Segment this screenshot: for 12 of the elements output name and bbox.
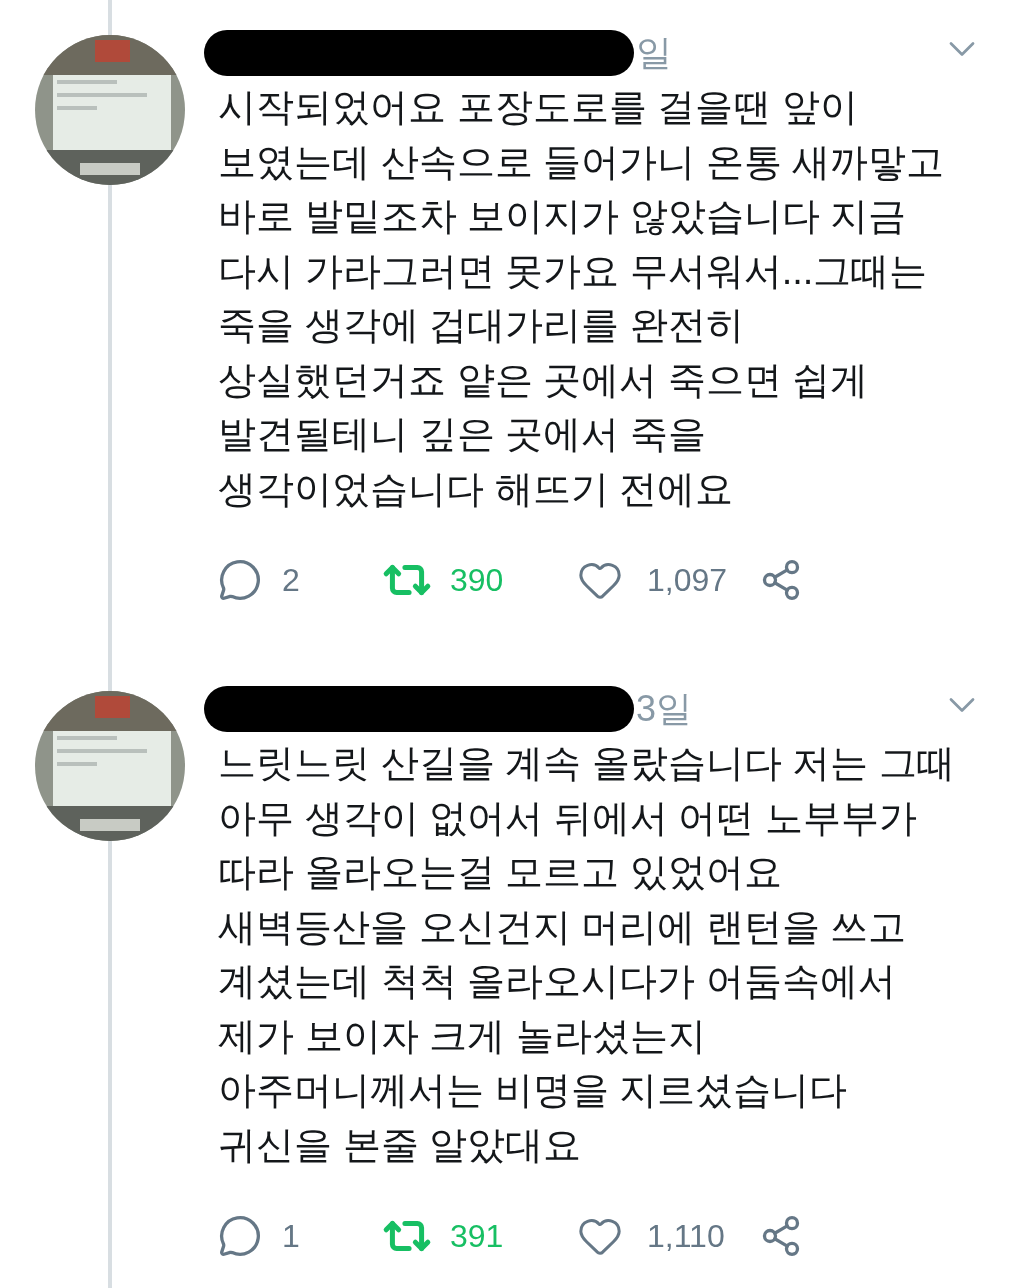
- reply-count: 2: [282, 561, 301, 600]
- like-count: 1,097: [647, 561, 729, 600]
- retweet-count: 390: [450, 561, 505, 600]
- tweet-text: 시작되었어요 포장도로를 걸을땐 앞이 보였는데 산속으로 들어가니 온통 새까맣고 바로 발밑조차 보이지가 않았습니다 지금 다시 가라그러면 못가요 무서워서...그때는 죽을 생각에 겁대가리를 완전히 상실했던거죠 얕은 곳에서 죽으면 쉽게 발견될테니 깊은 곳에서 죽을 생각이었습니다 해뜨기 전에요: [218, 85, 946, 512]
- reply-icon[interactable]: [218, 558, 262, 602]
- like-count: 1,110: [647, 1217, 726, 1256]
- reply-icon[interactable]: [218, 1214, 262, 1258]
- retweet-count: 391: [450, 1217, 505, 1256]
- tweet-text: 느릿느릿 산길을 계속 올랐습니다 저는 그때 아무 생각이 없어서 뒤에서 어떤 노부부가 따라 올라오는걸 모르고 있었어요 새벽등산을 오신건지 머리에 랜턴을 쓰고 계셨는데 척척 올라오시다가 어둠속에서 제가 보이자 크게 놀라셨는지 아주머니께서는 비명을 지르셨습니다 귀신을 본줄 알았대요: [218, 741, 956, 1168]
- tweet-time: 일: [636, 31, 672, 75]
- reply-count: 1: [282, 1217, 301, 1256]
- tweet-time: 3일: [636, 687, 693, 731]
